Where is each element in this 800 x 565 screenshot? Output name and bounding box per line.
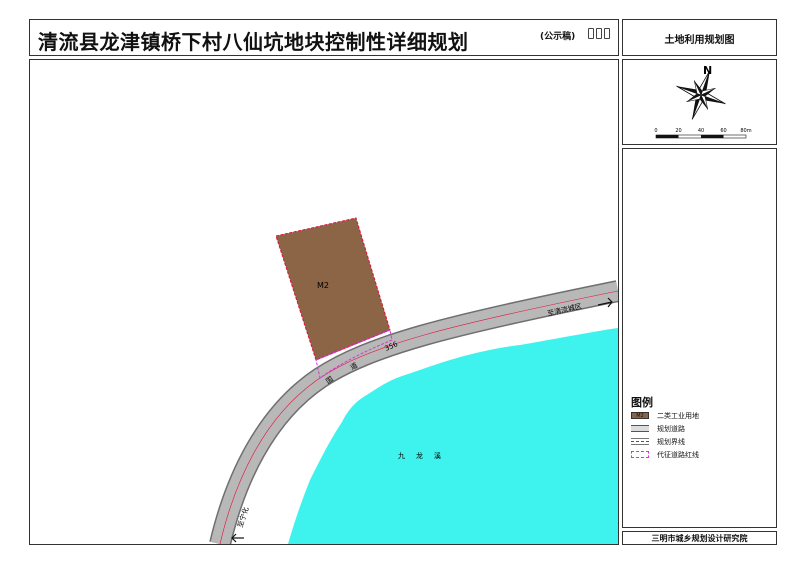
scale-tick: 40 [698,128,704,134]
legend-label: 规划界线 [657,438,685,446]
title-mark-box [604,28,610,39]
river-name-char: 龙 [416,451,423,460]
map-svg: M2 国 道 356 至清流城区 至宁化 九 龙 溪 [209,217,618,544]
legend-item-road: 规划道路 [631,424,771,434]
scale-tick: 20 [675,128,681,134]
scale-tick: 0 [654,128,657,134]
institute-name: 三明市城乡规划设计研究院 [651,534,748,543]
scale-tick: 80m [740,128,751,134]
plot-m2-industrial [275,217,391,361]
legend-label: 代征道路红线 [657,451,699,459]
map-title: 清流县龙津镇桥下村八仙坑地块控制性详细规划 [38,30,469,54]
north-arrow-icon: N 0 20 40 60 80m [654,64,752,139]
map-canvas: M2 国 道 356 至清流城区 至宁化 九 龙 溪 [29,59,619,545]
drawing-name-box: 土地利用规划图 [622,19,777,56]
river-name-char: 九 [398,451,405,460]
legend-label: 二类工业用地 [657,412,699,420]
arrow-left-icon [231,533,244,543]
legend-swatch-redline [631,451,649,458]
river-name-char: 溪 [434,451,441,460]
plot-code-label: M2 [317,281,329,290]
institute-box: 三明市城乡规划设计研究院 [622,531,777,545]
north-scale-box: N 0 20 40 60 80m [622,59,777,145]
title-mark-box [596,28,602,39]
title-bar: 清流县龙津镇桥下村八仙坑地块控制性详细规划 (公示稿) [29,19,619,56]
legend-panel: 图例 M2 二类工业用地 规划道路 规划界线 代征道路红线 [622,148,777,528]
legend-item-redline: 代征道路红线 [631,450,771,460]
draft-label: (公示稿) [540,32,576,42]
scale-bar: 0 20 40 60 80m [654,128,752,139]
scale-tick: 60 [720,128,726,134]
legend-title: 图例 [631,396,653,409]
north-label: N [703,64,712,77]
legend-swatch-m2: M2 [631,412,649,419]
drawing-name: 土地利用规划图 [664,35,735,46]
legend-label: 规划道路 [657,425,685,433]
legend-item-boundary: 规划界线 [631,437,771,447]
legend-swatch-boundary [631,438,649,445]
legend-swatch-road [631,425,649,432]
legend-item-industrial: M2 二类工业用地 [631,411,771,421]
title-mark-box [588,28,594,39]
